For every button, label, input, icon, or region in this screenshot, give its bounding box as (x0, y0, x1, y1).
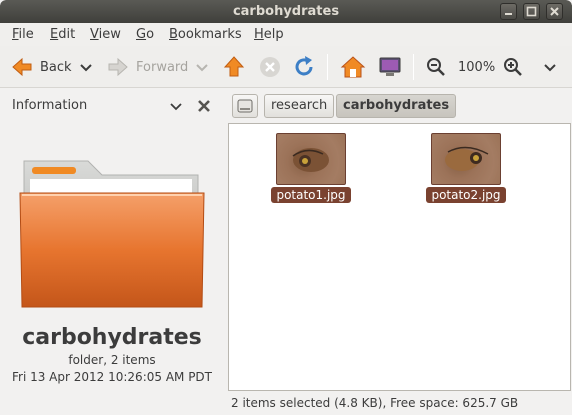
file-manager-window: carbohydrates File Edit View Go Bookmark… (0, 0, 572, 415)
menu-go[interactable]: Go (136, 27, 154, 42)
sidebar-type-label[interactable]: Information (12, 98, 87, 113)
zoom-level-value: 100% (458, 59, 496, 75)
menu-edit[interactable]: Edit (50, 27, 75, 42)
folder-name: carbohydrates (22, 325, 202, 350)
menu-bookmarks[interactable]: Bookmarks (169, 27, 242, 42)
menu-file[interactable]: File (12, 27, 34, 42)
forward-label: Forward (136, 59, 189, 75)
maximize-icon (526, 6, 537, 17)
menu-bar: File Edit View Go Bookmarks Help (0, 23, 572, 46)
home-icon (340, 56, 366, 78)
toolbar-separator (413, 54, 414, 80)
forward-button[interactable]: Forward (106, 54, 188, 80)
toolbar-overflow-dropdown[interactable] (543, 54, 557, 80)
zoom-out-icon (427, 58, 445, 76)
drive-icon (237, 99, 253, 113)
back-button[interactable]: Back (10, 54, 72, 80)
chevron-down-icon[interactable] (170, 100, 182, 112)
location-bar: research carbohydrates (228, 89, 572, 123)
window-title: carbohydrates (232, 4, 340, 19)
crumb-research[interactable]: research (264, 94, 335, 118)
zoom-out-button[interactable] (426, 54, 446, 80)
minimize-icon (505, 13, 512, 15)
file-item[interactable]: potato1.jpg (256, 133, 366, 203)
folder-icon (19, 160, 205, 308)
back-arrow-icon (12, 57, 32, 77)
potato-image (445, 146, 489, 171)
sidebar-header: Information (0, 89, 225, 123)
close-button[interactable] (546, 3, 563, 20)
status-text: 2 items selected (4.8 KB), Free space: 6… (231, 396, 519, 410)
toolbar: Back Forward 100% (0, 46, 572, 88)
chevron-down-icon (196, 64, 208, 72)
zoom-in-icon (504, 58, 522, 76)
maximize-button[interactable] (523, 3, 540, 20)
image-thumbnail (276, 133, 346, 185)
folder-date: Fri 13 Apr 2012 10:26:05 AM PDT (11, 370, 212, 384)
edit-location-toggle[interactable] (232, 94, 258, 118)
folder-meta: folder, 2 items (68, 353, 156, 367)
reload-icon (295, 56, 313, 76)
file-name: potato1.jpg (271, 187, 351, 203)
file-view[interactable]: potato1.jpg potato2.jpg (228, 123, 571, 391)
close-sidebar-icon[interactable] (197, 99, 211, 113)
minimize-button[interactable] (500, 3, 517, 20)
up-button[interactable] (222, 54, 246, 80)
info-sidebar: carbohydrates folder, 2 items Fri 13 Apr… (0, 123, 224, 415)
title-bar: carbohydrates (0, 0, 572, 23)
stop-icon (260, 57, 280, 77)
image-thumbnail (431, 133, 501, 185)
computer-icon (379, 57, 401, 76)
file-item[interactable]: potato2.jpg (411, 133, 521, 203)
back-label: Back (40, 59, 72, 75)
chevron-down-icon (80, 64, 92, 72)
toolbar-separator (327, 54, 328, 80)
zoom-level[interactable]: 100% (458, 54, 495, 80)
reload-button[interactable] (292, 54, 316, 80)
menu-view[interactable]: View (90, 27, 121, 42)
zoom-in-button[interactable] (503, 54, 523, 80)
chevron-down-icon (544, 64, 556, 72)
back-history-dropdown[interactable] (79, 54, 93, 80)
menu-help[interactable]: Help (254, 27, 284, 42)
computer-button[interactable] (377, 54, 403, 80)
potato-image (292, 148, 329, 172)
file-name: potato2.jpg (426, 187, 506, 203)
forward-history-dropdown[interactable] (195, 54, 209, 80)
home-button[interactable] (340, 54, 366, 80)
close-icon (550, 7, 559, 16)
forward-arrow-icon (108, 57, 128, 77)
up-arrow-icon (223, 56, 245, 77)
stop-button[interactable] (258, 54, 282, 80)
crumb-carbohydrates[interactable]: carbohydrates (336, 94, 457, 118)
status-bar: 2 items selected (4.8 KB), Free space: 6… (228, 391, 572, 415)
